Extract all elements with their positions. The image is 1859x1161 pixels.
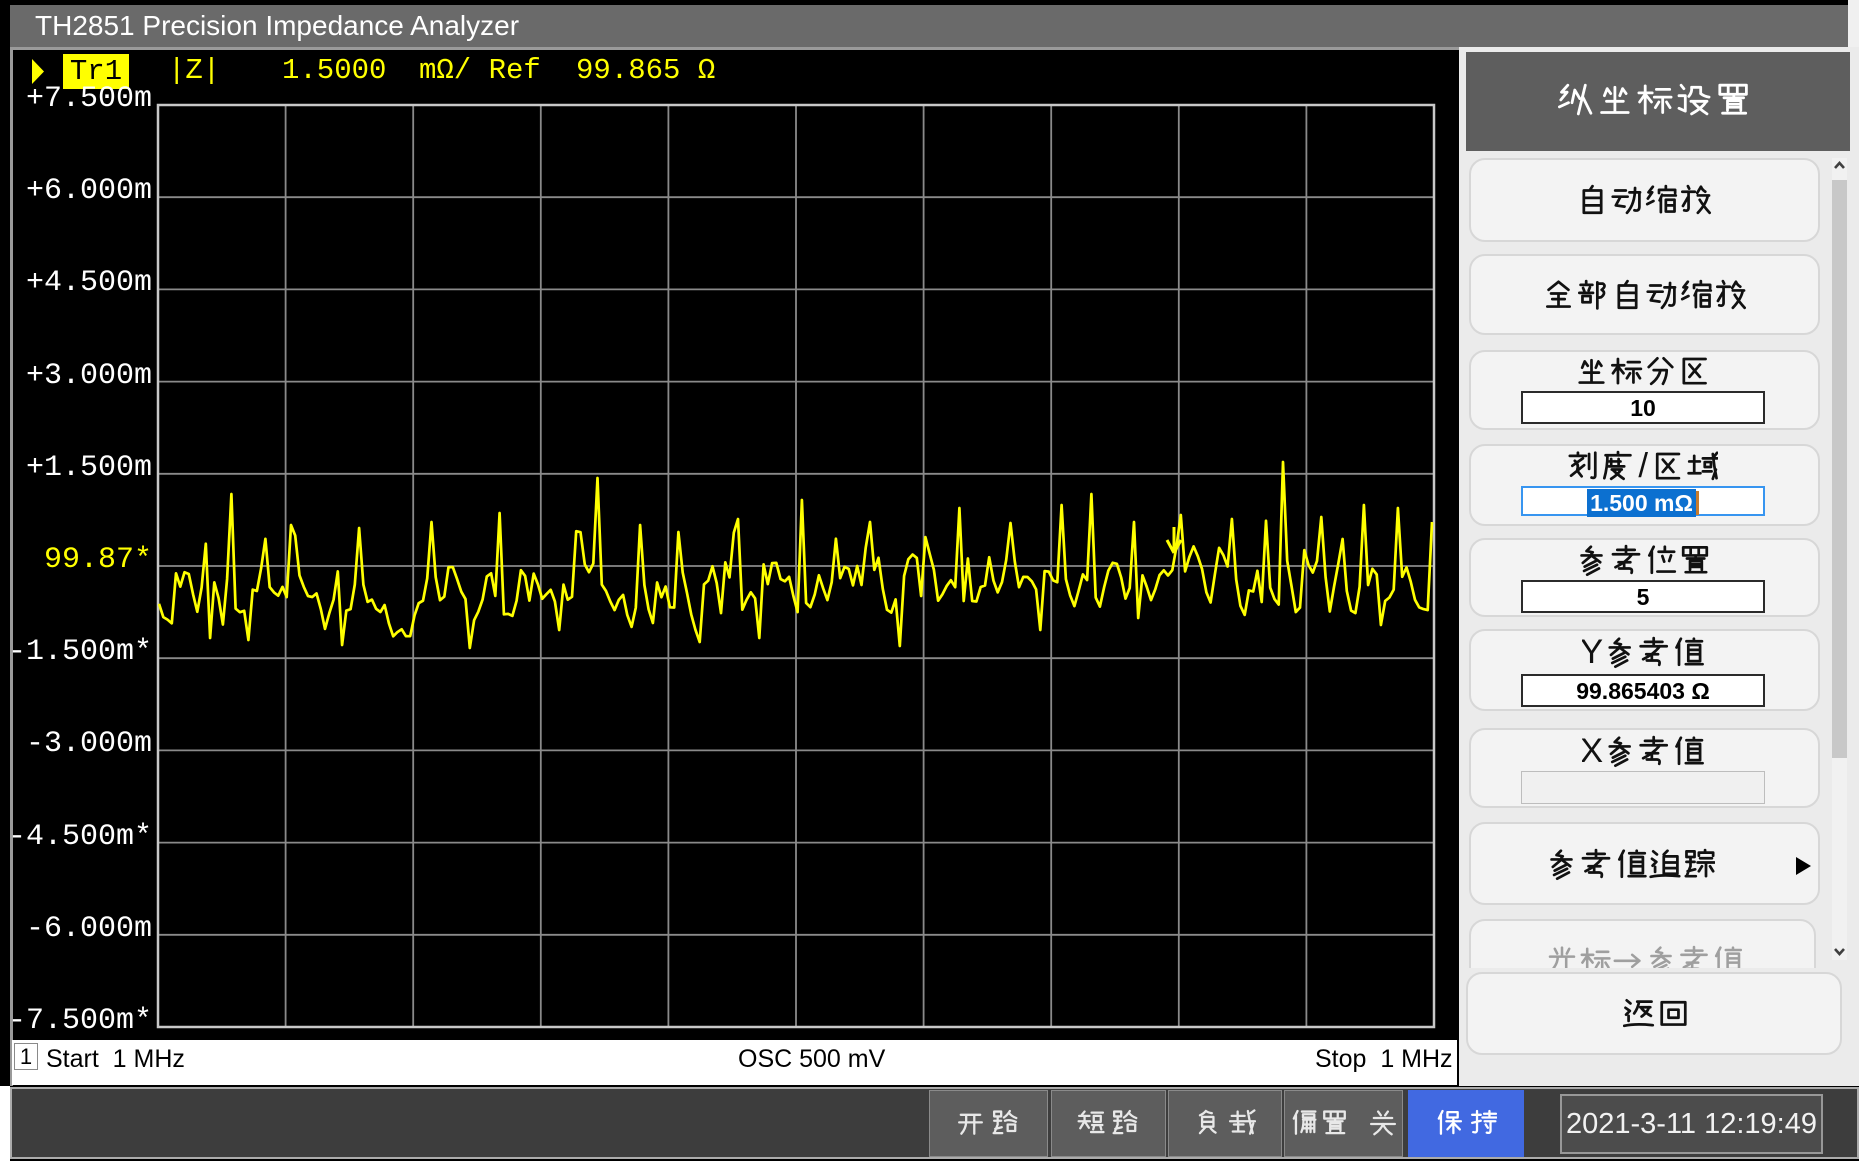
svg-text:X: X bbox=[1582, 732, 1603, 770]
svg-text:/: / bbox=[1638, 447, 1648, 485]
svg-text:Y: Y bbox=[1582, 633, 1603, 671]
